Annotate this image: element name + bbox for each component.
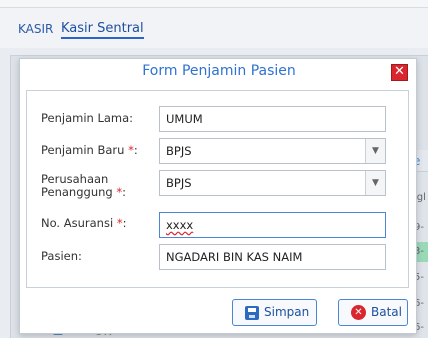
no-asuransi-value: xxxx <box>166 218 194 232</box>
cancel-button-label: Batal <box>371 305 402 319</box>
save-button-label: Simpan <box>264 305 310 319</box>
penjamin-lama-label: Penjamin Lama: <box>41 111 134 125</box>
no-asuransi-input[interactable]: xxxx <box>159 212 386 238</box>
perusahaan-penanggung-value: BPJS <box>166 176 192 190</box>
no-asuransi-label: No. Asuransi *: <box>41 216 127 230</box>
breadcrumb-kasir-sentral[interactable]: Kasir Sentral <box>61 21 144 39</box>
close-button[interactable]: ✕ <box>391 64 408 81</box>
dialog-title: Form Penjamin Pasien <box>142 63 296 79</box>
close-icon: ✕ <box>394 64 405 79</box>
chevron-down-icon[interactable]: ▼ <box>365 139 385 163</box>
save-button[interactable]: Simpan <box>232 299 317 326</box>
pasien-field[interactable]: NGADARI BIN KAS NAIM <box>159 244 386 270</box>
form-panel: Penjamin Lama: UMUM Penjamin Baru *: BPJ… <box>26 90 409 288</box>
top-bar <box>0 0 428 8</box>
breadcrumb-kasir[interactable]: KASIR <box>18 22 53 36</box>
cancel-button[interactable]: ✕ Batal <box>338 299 408 326</box>
chevron-down-icon[interactable]: ▼ <box>365 171 385 195</box>
cancel-icon: ✕ <box>351 305 366 320</box>
penjamin-dialog: Form Penjamin Pasien ✕ Penjamin Lama: UM… <box>19 58 417 334</box>
penjamin-baru-select[interactable]: BPJS ▼ <box>159 138 386 164</box>
penjamin-baru-label: Penjamin Baru *: <box>41 143 138 157</box>
penjamin-baru-value: BPJS <box>166 144 192 158</box>
perusahaan-penanggung-label: Perusahaan Penanggung *: <box>41 172 126 199</box>
floppy-disk-icon <box>245 305 259 320</box>
penjamin-lama-field[interactable]: UMUM <box>159 106 386 132</box>
perusahaan-penanggung-select[interactable]: BPJS ▼ <box>159 170 386 196</box>
pasien-label: Pasien: <box>41 249 82 263</box>
app-page: KASIR Kasir Sentral e igl 9- 3- 5- 1- 6-… <box>0 0 428 338</box>
